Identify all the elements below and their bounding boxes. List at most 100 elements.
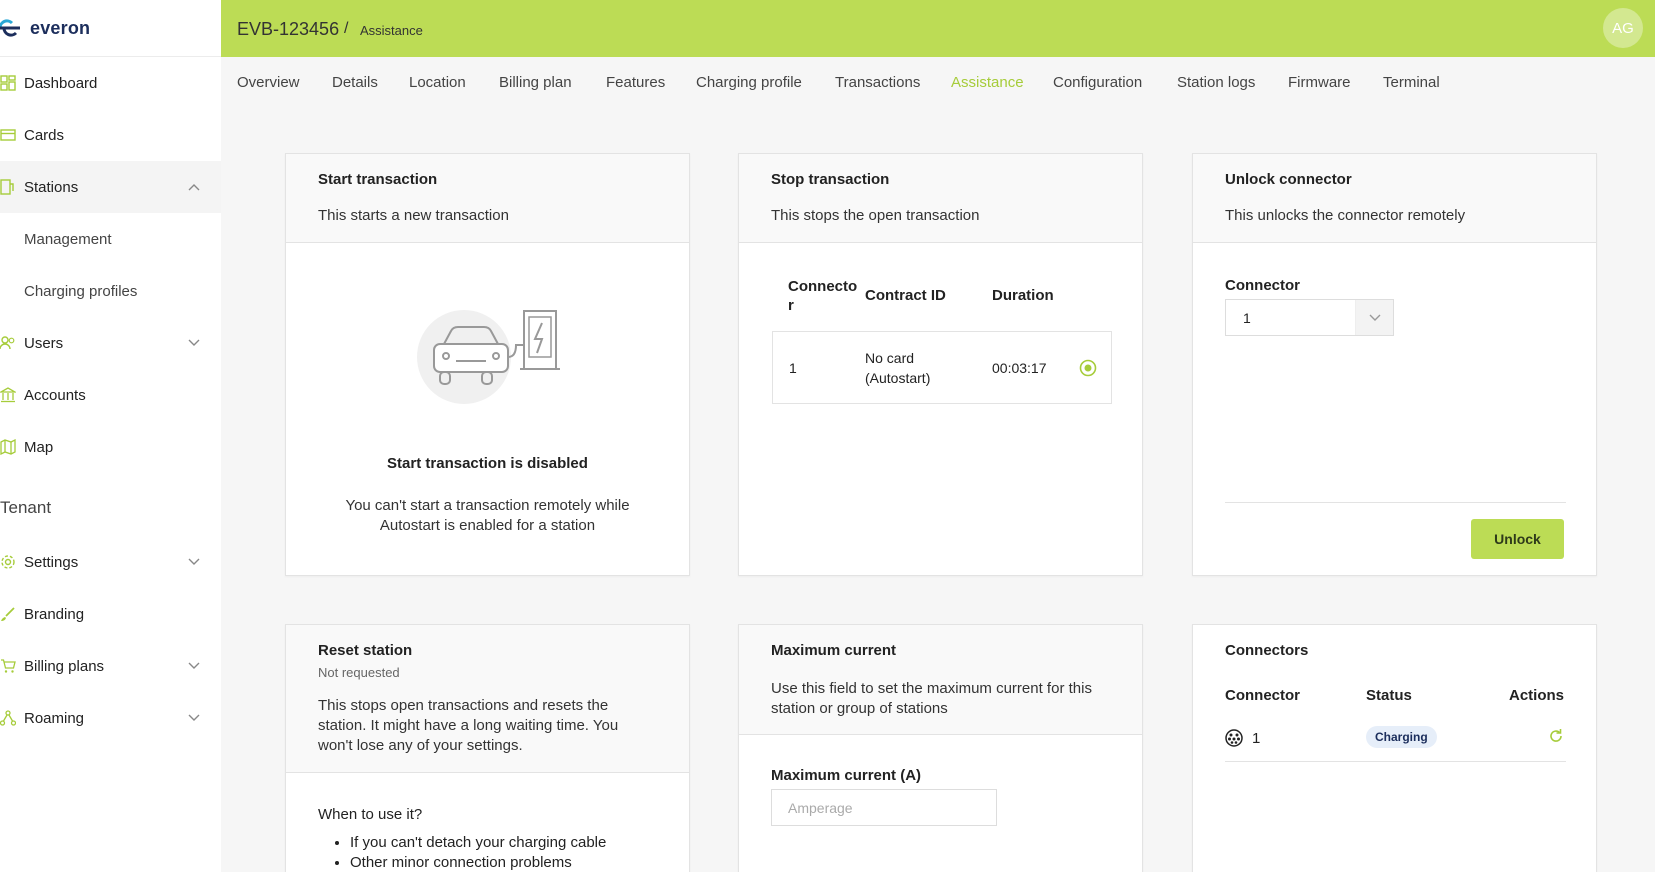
card-description-line2: station. It might have a long waiting ti…	[318, 717, 619, 734]
card-description: This stops the open transaction	[771, 207, 980, 224]
plug-type-icon	[1225, 729, 1243, 747]
sidebar-item-label: Map	[24, 438, 54, 456]
maximum-current-card: Maximum current Use this field to set th…	[738, 624, 1143, 872]
card-title: Reset station	[318, 642, 413, 659]
chevron-down-icon	[188, 714, 200, 721]
roaming-icon	[0, 710, 16, 726]
tab-station-logs[interactable]: Station logs	[1177, 74, 1255, 91]
start-transaction-card: Start transaction This starts a new tran…	[285, 153, 690, 576]
sidebar-item-billing-plans[interactable]: Billing plans	[0, 640, 221, 692]
column-header-status: Status	[1366, 687, 1412, 704]
sidebar: everon Dashboard Cards Stations Manageme…	[0, 0, 221, 872]
card-title: Start transaction	[318, 171, 438, 188]
logo[interactable]: everon	[0, 0, 221, 57]
sidebar-item-settings[interactable]: Settings	[0, 536, 221, 588]
chevron-down-icon	[1369, 314, 1381, 321]
column-header-connector: Connector	[1225, 687, 1300, 704]
sidebar-item-management[interactable]: Management	[24, 231, 112, 248]
sidebar-item-charging-profiles[interactable]: Charging profiles	[24, 283, 137, 300]
sidebar-section-tenant: Tenant	[0, 498, 52, 517]
sidebar-item-dashboard[interactable]: Dashboard	[0, 57, 221, 109]
column-header-connector: Connecto r	[788, 278, 858, 314]
disabled-message-line1: You can't start a transaction remotely w…	[345, 497, 630, 514]
transaction-row[interactable]: 1 No card (Autostart) 00:03:17	[772, 331, 1112, 404]
reset-status: Not requested	[318, 665, 400, 680]
connectors-card: Connectors Connector Status Actions 1 Ch…	[1192, 624, 1597, 872]
list-item: If you can't detach your charging cable	[350, 833, 606, 853]
sidebar-item-roaming[interactable]: Roaming	[0, 692, 221, 744]
unlock-button[interactable]: Unlock	[1471, 519, 1564, 559]
station-icon	[0, 179, 14, 195]
sidebar-item-label: Users	[24, 334, 64, 352]
card-description: This starts a new transaction	[318, 207, 509, 224]
status-badge: Charging	[1366, 726, 1437, 748]
max-current-placeholder: Amperage	[788, 800, 853, 816]
column-header-actions: Actions	[1508, 687, 1564, 704]
connector-select[interactable]: 1	[1225, 299, 1394, 336]
chevron-down-icon	[188, 339, 200, 346]
card-description-line1: Use this field to set the maximum curren…	[771, 680, 1092, 697]
sidebar-item-label: Stations	[24, 178, 79, 196]
card-description-line2: station or group of stations	[771, 700, 948, 717]
tab-overview[interactable]: Overview	[237, 74, 300, 91]
tab-charging-profile[interactable]: Charging profile	[696, 74, 802, 91]
sidebar-item-users[interactable]: Users	[0, 317, 221, 369]
tab-transactions[interactable]: Transactions	[835, 74, 920, 91]
tab-details[interactable]: Details	[332, 74, 378, 91]
tab-firmware[interactable]: Firmware	[1288, 74, 1351, 91]
card-title: Stop transaction	[771, 171, 890, 188]
sidebar-item-accounts[interactable]: Accounts	[0, 369, 221, 421]
tab-terminal[interactable]: Terminal	[1383, 74, 1440, 91]
stop-radio-icon[interactable]	[1079, 359, 1097, 377]
sidebar-item-map[interactable]: Map	[0, 421, 221, 473]
logo-text: everon	[30, 17, 91, 38]
tab-features[interactable]: Features	[606, 74, 665, 91]
sidebar-item-label: Settings	[24, 553, 79, 571]
bank-icon	[0, 387, 16, 403]
dashboard-icon	[0, 75, 16, 91]
sidebar-item-cards[interactable]: Cards	[0, 109, 221, 161]
sidebar-item-label: Accounts	[24, 386, 86, 404]
connector-field-label: Connector	[1225, 277, 1300, 294]
unlock-connector-card: Unlock connector This unlocks the connec…	[1192, 153, 1597, 576]
column-header-duration: Duration	[992, 287, 1054, 304]
row-connector: 1	[789, 360, 797, 376]
max-current-field-label: Maximum current (A)	[771, 767, 922, 784]
sidebar-item-stations[interactable]: Stations	[0, 161, 221, 213]
max-current-input[interactable]: Amperage	[771, 789, 997, 826]
when-to-use-label: When to use it?	[318, 806, 423, 823]
tab-configuration[interactable]: Configuration	[1053, 74, 1142, 91]
usage-list: If you can't detach your charging cable …	[350, 833, 606, 872]
everon-logo-icon	[0, 19, 20, 37]
disabled-title: Start transaction is disabled	[387, 455, 588, 472]
breadcrumb-current: Assistance	[360, 23, 423, 38]
row-contract-line2: (Autostart)	[865, 370, 931, 386]
disabled-message-line2: Autostart is enabled for a station	[379, 517, 596, 534]
row-contract-line1: No card	[865, 350, 915, 366]
breadcrumb-station[interactable]: EVB-123456	[237, 19, 339, 40]
top-header: EVB-123456 / Assistance AG	[221, 0, 1655, 57]
map-icon	[0, 439, 16, 455]
card-description-line3: won't lose any of your settings.	[318, 737, 523, 754]
sidebar-item-label: Billing plans	[24, 657, 105, 675]
sidebar-item-label: Cards	[24, 126, 65, 144]
connector-select-value: 1	[1243, 310, 1251, 326]
breadcrumb-separator: /	[344, 20, 349, 37]
brush-icon	[1, 607, 15, 621]
chevron-down-icon	[188, 662, 200, 669]
list-item: Other minor connection problems	[350, 853, 606, 872]
sidebar-item-label: Dashboard	[24, 74, 98, 92]
card-icon	[0, 129, 16, 141]
refresh-icon[interactable]	[1548, 728, 1564, 744]
sidebar-item-branding[interactable]: Branding	[0, 588, 221, 640]
users-icon	[0, 336, 15, 350]
avatar[interactable]: AG	[1603, 8, 1643, 48]
card-title: Unlock connector	[1225, 171, 1352, 188]
stop-transaction-card: Stop transaction This stops the open tra…	[738, 153, 1143, 576]
column-header-contract-id: Contract ID	[865, 287, 946, 304]
tab-location[interactable]: Location	[409, 74, 466, 91]
tab-assistance[interactable]: Assistance	[951, 74, 1024, 91]
tab-billing-plan[interactable]: Billing plan	[499, 74, 572, 91]
sidebar-item-label: Roaming	[24, 709, 85, 727]
chevron-up-icon	[188, 184, 200, 191]
